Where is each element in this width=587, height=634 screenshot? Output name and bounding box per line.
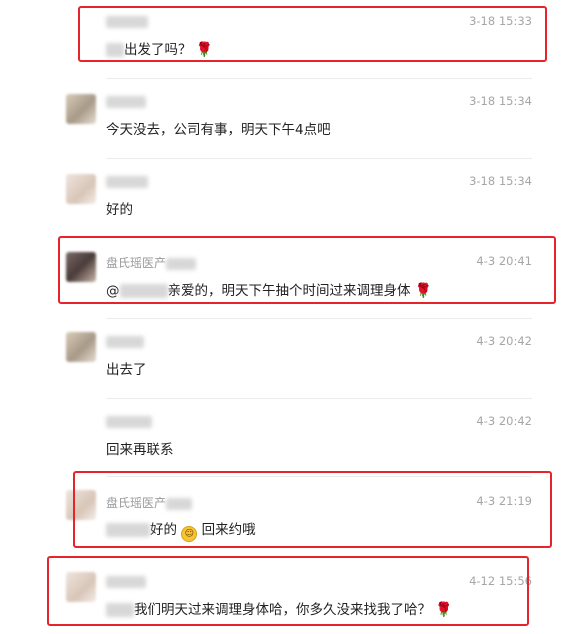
sender-name bbox=[106, 334, 144, 348]
timestamp: 3-18 15:34 bbox=[469, 94, 532, 108]
message-text: 回来再联系 bbox=[106, 442, 174, 458]
timestamp: 3-18 15:34 bbox=[469, 174, 532, 188]
list-item: 3-18 15:34 今天没去，公司有事，明天下午4点吧 bbox=[66, 78, 532, 144]
timestamp: 4-3 20:42 bbox=[476, 334, 532, 348]
highlight-box bbox=[78, 6, 547, 62]
message-text: 出去了 bbox=[106, 362, 147, 378]
message-text: 今天没去，公司有事，明天下午4点吧 bbox=[106, 122, 331, 138]
sender-name bbox=[106, 94, 146, 108]
list-item: 4-3 20:42 出去了 bbox=[66, 318, 532, 384]
sender-name bbox=[106, 414, 152, 428]
highlight-box bbox=[58, 236, 556, 304]
timestamp: 4-3 20:42 bbox=[476, 414, 532, 428]
avatar[interactable] bbox=[66, 174, 96, 204]
list-item: 3-18 15:34 好的 bbox=[66, 158, 532, 224]
list-item: 4-3 20:42 回来再联系 bbox=[66, 398, 532, 464]
highlight-box bbox=[73, 471, 552, 548]
highlight-box bbox=[47, 556, 529, 626]
sender-name bbox=[106, 174, 148, 188]
message-text: 好的 bbox=[106, 202, 133, 218]
avatar[interactable] bbox=[66, 332, 96, 362]
avatar[interactable] bbox=[66, 94, 96, 124]
